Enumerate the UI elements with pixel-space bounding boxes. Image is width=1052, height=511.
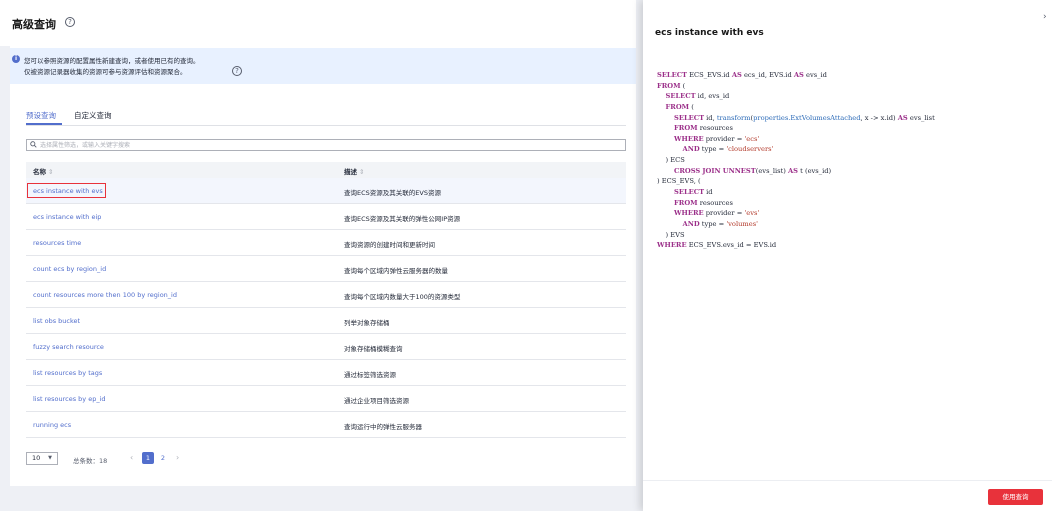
sql-line: FROM ( xyxy=(657,81,686,90)
sort-icon[interactable]: ⇕ xyxy=(359,168,364,176)
tab-preset-queries[interactable]: 预设查询 xyxy=(26,110,56,121)
table-row[interactable]: count resources more then 100 by region_… xyxy=(26,282,626,308)
table-row[interactable]: list resources by tags 通过标签筛选资源 xyxy=(26,360,626,386)
query-name-link[interactable]: fuzzy search resource xyxy=(33,343,104,351)
sql-line: SELECT id xyxy=(674,188,713,197)
sql-line: ) EVS xyxy=(657,230,685,239)
table-row[interactable]: list obs bucket 列举对象存储桶 xyxy=(26,308,626,334)
query-name-link[interactable]: count resources more then 100 by region_… xyxy=(33,291,177,299)
query-description: 查询每个区域内弹性云服务器的数量 xyxy=(344,267,448,275)
table-row[interactable]: fuzzy search resource 对象存储桶模糊查询 xyxy=(26,334,626,360)
query-name-link[interactable]: resources time xyxy=(33,239,81,247)
page-2-button[interactable]: 2 xyxy=(157,452,169,464)
query-name-link[interactable]: count ecs by region_id xyxy=(33,265,106,273)
chevron-down-icon: ▼ xyxy=(48,455,52,461)
sql-line: FROM resources xyxy=(674,198,733,207)
close-drawer-icon[interactable]: › xyxy=(1043,12,1047,22)
query-name-link[interactable]: ecs instance with eip xyxy=(33,213,101,221)
query-description: 对象存储桶模糊查询 xyxy=(344,345,403,353)
page-1-button[interactable]: 1 xyxy=(142,452,154,464)
sql-line: FROM ( xyxy=(665,102,694,111)
query-description: 查询ECS资源及其关联的EVS资源 xyxy=(344,189,441,197)
column-header-description[interactable]: 描述 ⇕ xyxy=(344,166,364,176)
drawer-footer-divider xyxy=(643,480,1052,481)
query-description: 通过企业项目筛选资源 xyxy=(344,397,409,405)
sql-line: SELECT id, transform(properties.ExtVolum… xyxy=(674,113,935,122)
table-row[interactable]: resources time 查询资源的创建时间和更新时间 xyxy=(26,230,626,256)
query-description: 查询每个区域内数量大于100的资源类型 xyxy=(344,293,461,301)
table-header: 名称 ⇕ 描述 ⇕ xyxy=(26,162,626,178)
tab-divider xyxy=(26,125,626,126)
query-description: 列举对象存储桶 xyxy=(344,319,390,327)
sql-line: CROSS JOIN UNNEST(evs_list) AS t (evs_id… xyxy=(674,166,832,175)
query-description: 通过标签筛选资源 xyxy=(344,371,396,379)
sql-code-block: SELECT ECS_EVS.id AS ecs_id, EVS.id AS e… xyxy=(657,70,935,251)
sql-line: WHERE provider = 'ecs' xyxy=(674,134,760,143)
search-placeholder: 选择属性筛选，或输入关键字搜索 xyxy=(40,142,131,149)
sql-line: WHERE provider = 'evs' xyxy=(674,209,760,218)
info-help-icon[interactable]: ? xyxy=(232,66,242,76)
table-row[interactable]: ecs instance with eip 查询ECS资源及其关联的弹性公网IP… xyxy=(26,204,626,230)
info-text-line2: 仅被资源记录器收集的资源可参与资源评估和资源聚合。 xyxy=(24,68,187,76)
next-page-button[interactable]: › xyxy=(176,453,179,462)
drawer-title: ecs instance with evs xyxy=(655,28,764,38)
table-row[interactable]: ecs instance with evs 查询ECS资源及其关联的EVS资源 xyxy=(26,178,626,204)
table-row[interactable]: running ecs 查询运行中的弹性云服务器 xyxy=(26,412,626,438)
page-header xyxy=(0,0,636,46)
help-icon[interactable]: ? xyxy=(65,17,75,27)
page-size-select[interactable]: 10 ▼ xyxy=(26,452,58,465)
query-description: 查询ECS资源及其关联的弹性公网IP资源 xyxy=(344,215,461,223)
column-header-name[interactable]: 名称 ⇕ xyxy=(33,166,53,176)
sql-line: ) ECS xyxy=(657,156,685,165)
query-name-link[interactable]: list obs bucket xyxy=(33,317,80,325)
sql-line: AND type = 'volumes' xyxy=(682,219,758,228)
query-description: 查询资源的创建时间和更新时间 xyxy=(344,241,435,249)
page-title: 高级查询 xyxy=(12,18,56,31)
query-name-link[interactable]: list resources by ep_id xyxy=(33,395,106,403)
query-description: 查询运行中的弹性云服务器 xyxy=(344,423,422,431)
search-icon xyxy=(30,141,37,148)
sql-line: SELECT id, evs_id xyxy=(665,92,730,101)
sql-line: AND type = 'cloudservers' xyxy=(682,145,774,154)
page-size-value: 10 xyxy=(32,454,41,462)
info-text-line1: 您可以参照资源的配置属性新建查询，或者使用已有的查询。 xyxy=(24,57,200,65)
column-header-name-label: 名称 xyxy=(33,168,46,176)
sql-line: SELECT ECS_EVS.id AS ecs_id, EVS.id AS e… xyxy=(657,71,827,79)
sql-line: WHERE ECS_EVS.evs_id = EVS.id xyxy=(657,241,777,250)
search-input[interactable]: 选择属性筛选，或输入关键字搜索 xyxy=(26,139,626,151)
tab-custom-queries[interactable]: 自定义查询 xyxy=(74,110,112,121)
sql-line: ) ECS_EVS, ( xyxy=(657,177,701,186)
query-name-link[interactable]: running ecs xyxy=(33,421,71,429)
sql-line: FROM resources xyxy=(674,124,733,133)
query-name-link[interactable]: list resources by tags xyxy=(33,369,102,377)
use-query-button[interactable]: 使用查询 xyxy=(988,489,1043,505)
prev-page-button[interactable]: ‹ xyxy=(130,453,133,462)
sort-icon[interactable]: ⇕ xyxy=(48,168,53,176)
column-header-description-label: 描述 xyxy=(344,168,357,176)
info-icon: i xyxy=(12,55,20,63)
query-name-link[interactable]: ecs instance with evs xyxy=(33,187,103,195)
table-row[interactable]: list resources by ep_id 通过企业项目筛选资源 xyxy=(26,386,626,412)
table-row[interactable]: count ecs by region_id 查询每个区域内弹性云服务器的数量 xyxy=(26,256,626,282)
total-count: 总条数：18 xyxy=(73,457,108,465)
